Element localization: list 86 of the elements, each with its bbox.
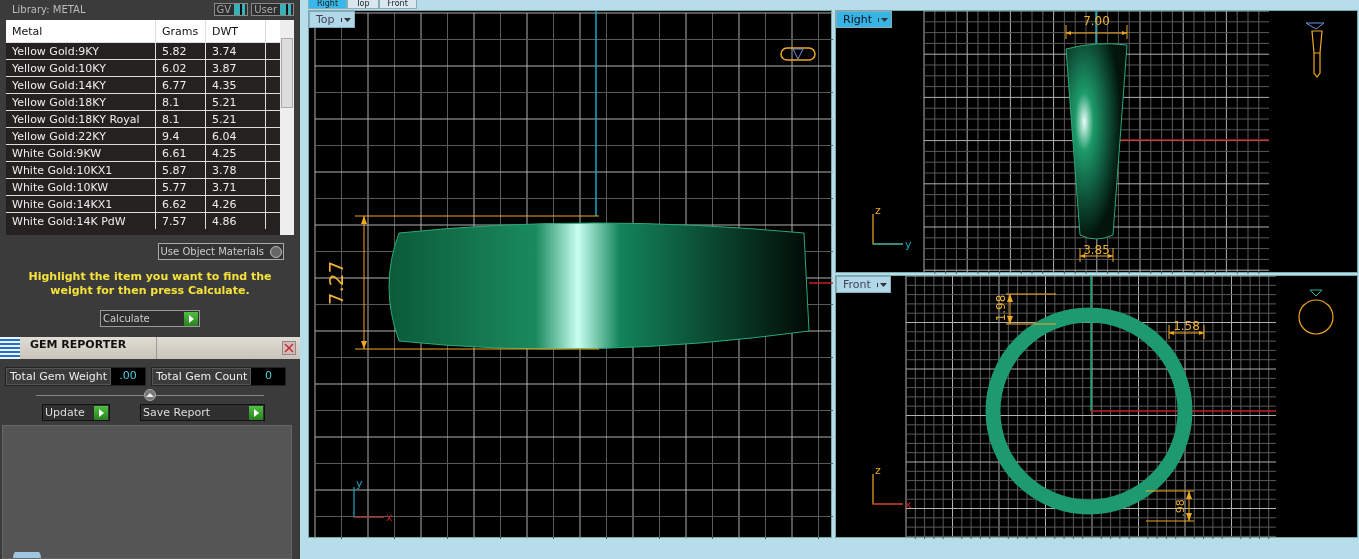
dimension-line (1005, 293, 1057, 325)
view-tab[interactable]: Front (378, 0, 417, 9)
table-cell: 3.74 (205, 42, 266, 60)
axis-label: x (386, 511, 393, 524)
table-cell: Yellow Gold:14KY (6, 76, 156, 94)
collapse-button[interactable] (144, 389, 156, 401)
table-cell: 5.82 (155, 42, 206, 60)
table-cell: Yellow Gold:9KY (6, 42, 156, 60)
caret-icon (340, 17, 351, 22)
instructions-text: Highlight the item you want to find the weight for then press Calculate. (27, 270, 273, 298)
library-title: Library: METAL (12, 3, 86, 15)
table-cell: White Gold:14K PdW (6, 212, 156, 229)
column-header[interactable]: DWT (205, 20, 266, 43)
caret-icon (876, 282, 887, 287)
table-cell: 5.21 (205, 110, 266, 128)
table-cell: 6.04 (205, 127, 266, 145)
play-icon (249, 405, 263, 420)
table-cell: 6.77 (155, 76, 206, 94)
dimension-line (1145, 490, 1195, 522)
table-cell: 8.1 (155, 110, 206, 128)
table-cell: Yellow Gold:18KY (6, 93, 156, 111)
table-cell: 9.4 (155, 127, 206, 145)
view-dropdown[interactable]: Top (309, 11, 355, 28)
column-header[interactable]: Metal (6, 20, 156, 43)
action-button[interactable]: Save Report (140, 404, 265, 421)
ring-icon (1305, 22, 1325, 78)
table-cell: 5.21 (205, 93, 266, 111)
table-cell: 3.78 (205, 161, 266, 179)
close-button[interactable] (282, 341, 296, 355)
table-cell: 7.57 (155, 212, 206, 229)
table-cell: White Gold:14KX1 (6, 195, 156, 213)
table-cell: 4.26 (205, 195, 266, 213)
table-cell: White Gold:10KX1 (6, 161, 156, 179)
column-header[interactable]: Grams (155, 20, 206, 43)
report-icon (0, 337, 20, 359)
dimension-label: 1.98 (994, 294, 1008, 322)
table-cell: Yellow Gold:22KY (6, 127, 156, 145)
view-dropdown[interactable]: Right (836, 11, 892, 28)
view-dropdown[interactable]: Front (836, 276, 891, 293)
axis-label: y (356, 477, 363, 490)
table-cell: 8.1 (155, 93, 206, 111)
action-button[interactable]: Update (42, 404, 110, 421)
view-tab[interactable]: Top (347, 0, 379, 9)
axis-line (808, 282, 833, 284)
table-cell: 4.86 (205, 212, 266, 229)
table-cell: 5.87 (155, 161, 206, 179)
axis-label: z (875, 204, 881, 217)
toggle-button[interactable]: GV (213, 2, 249, 16)
caret-icon (877, 17, 888, 22)
table-cell: White Gold:10KW (6, 178, 156, 196)
viewport[interactable]: 1.98 1.58 .98 z x Front (835, 275, 1358, 538)
axis-label: x (905, 498, 912, 511)
axis-label: y (905, 238, 912, 251)
table-cell: 4.35 (205, 76, 266, 94)
table-cell: 6.62 (155, 195, 206, 213)
ring-icon (780, 47, 816, 61)
table-cell: White Gold:9KW (6, 144, 156, 162)
view-tab[interactable]: Right (308, 0, 348, 9)
scroll-thumb[interactable] (281, 38, 293, 108)
axis-icon (872, 213, 904, 245)
calculate-button[interactable]: Calculate (100, 310, 200, 327)
viewport[interactable]: 7.27 y x Top (308, 10, 832, 538)
dimension-line (1079, 247, 1114, 263)
scrollbar[interactable] (280, 20, 294, 235)
dimension-label: 3.85 (1083, 243, 1110, 257)
use-object-materials-toggle[interactable]: Use Object Materials (157, 243, 284, 260)
dimension-label: 7.27 (324, 260, 348, 306)
dimension-label: .98 (1174, 499, 1187, 517)
axis-icon (872, 473, 904, 505)
ring-icon (1298, 289, 1334, 335)
caret-icon (146, 392, 154, 398)
table-cell: 3.71 (205, 178, 266, 196)
play-icon (184, 311, 198, 326)
table-cell: 5.77 (155, 178, 206, 196)
play-icon (94, 405, 108, 420)
table-cell: 6.61 (155, 144, 206, 162)
panel-title: GEM REPORTER (20, 337, 158, 359)
table-cell: Yellow Gold:10KY (6, 59, 156, 77)
axis-label: z (875, 464, 881, 477)
table-cell: 6.02 (155, 59, 206, 77)
table-cell: 4.25 (205, 144, 266, 162)
table-cell: Yellow Gold:18KY Royal (6, 110, 156, 128)
dimension-label: 1.58 (1173, 319, 1200, 333)
dimension-line (1065, 24, 1128, 40)
table-cell: 3.87 (205, 59, 266, 77)
toggle-button[interactable]: User (251, 2, 294, 16)
